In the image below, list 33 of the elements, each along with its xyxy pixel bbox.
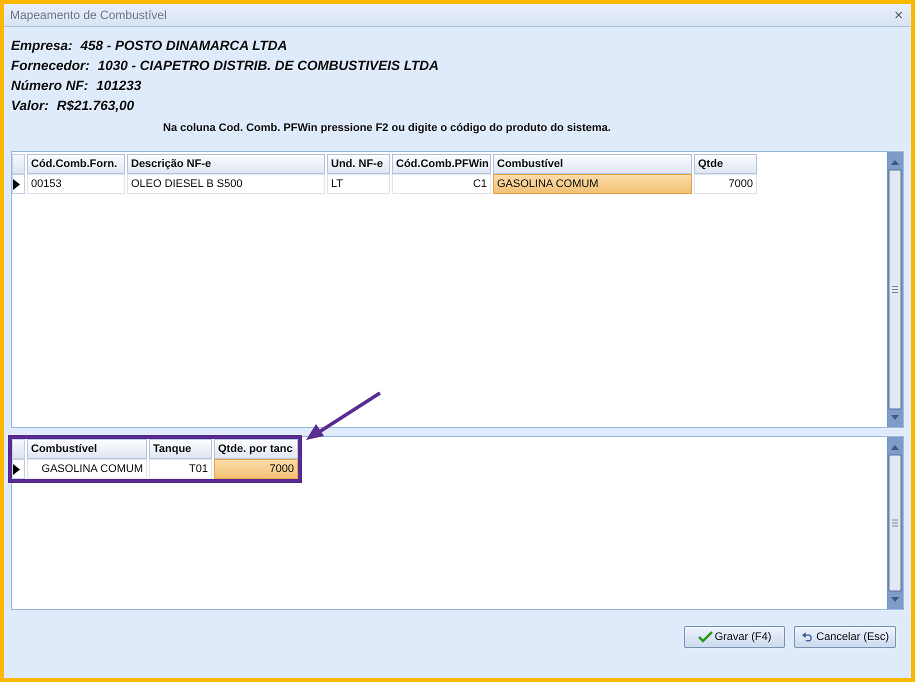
column-header[interactable]: Descrição NF-e	[127, 154, 325, 174]
field-value: 1030 - CIAPETRO DISTRIB. DE COMBUSTIVEIS LTDA	[98, 58, 439, 73]
undo-icon	[801, 632, 814, 642]
field-value: R$21.763,00	[56, 98, 134, 113]
column-header[interactable]: Cód.Comb.Forn.	[27, 154, 125, 174]
column-header[interactable]: Combustível	[27, 439, 147, 459]
column-header[interactable]: Tanque	[149, 439, 212, 459]
column-header[interactable]: Qtde. por tanc	[214, 439, 298, 459]
table-cell[interactable]: LT	[327, 174, 390, 194]
field-label: Fornecedor:	[11, 58, 90, 73]
table-cell[interactable]: GASOLINA COMUM	[27, 459, 147, 479]
field-value: 458 - POSTO DINAMARCA LTDA	[80, 38, 288, 53]
column-header[interactable]: Qtde	[694, 154, 757, 174]
table-cell[interactable]: 7000	[694, 174, 757, 194]
window-title: Mapeamento de Combustível	[10, 8, 167, 22]
field-label: Número NF:	[11, 78, 88, 93]
table-cell[interactable]: 7000	[214, 459, 298, 479]
cancel-button[interactable]: Cancelar (Esc)	[794, 626, 896, 648]
close-button[interactable]: ×	[892, 6, 905, 24]
table-cell[interactable]: OLEO DIESEL B S500	[127, 174, 325, 194]
column-header[interactable]: Combustível	[493, 154, 692, 174]
checkmark-icon	[698, 631, 713, 643]
column-header[interactable]: Cód.Comb.PFWin	[392, 154, 491, 174]
table-cell[interactable]: T01	[149, 459, 212, 479]
table-cell[interactable]: 00153	[27, 174, 125, 194]
save-button[interactable]: Gravar (F4)	[684, 626, 785, 648]
field-value: 101233	[96, 78, 142, 93]
field-label: Empresa:	[11, 38, 73, 53]
field-label: Valor:	[11, 98, 49, 113]
table-cell[interactable]: C1	[392, 174, 491, 194]
column-header[interactable]: Und. NF-e	[327, 154, 390, 174]
instruction-text: Na coluna Cod. Comb. PFWin pressione F2 ou digite o código do produto do sistema.	[163, 122, 612, 134]
table-cell[interactable]: GASOLINA COMUM	[493, 174, 692, 194]
